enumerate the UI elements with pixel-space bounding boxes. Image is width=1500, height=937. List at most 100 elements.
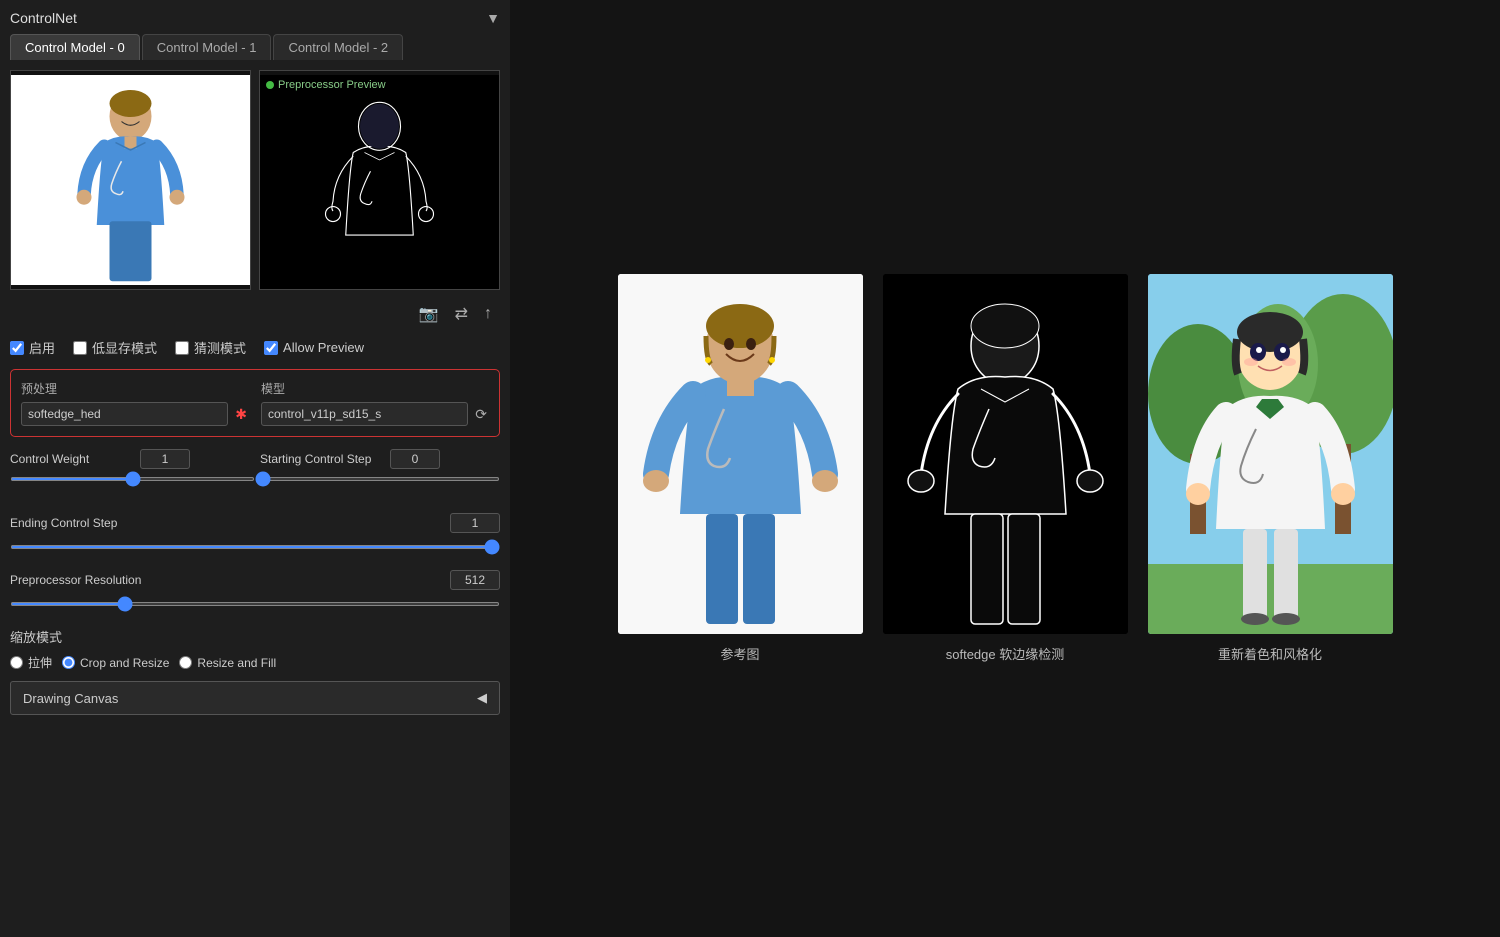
control-weight-label: Control Weight: [10, 452, 130, 466]
preprocessor-fire-btn[interactable]: ✱: [233, 404, 249, 425]
checkbox-row: 启用 低显存模式 猜测模式 Allow Preview: [10, 338, 500, 357]
scale-label-crop: Crop and Resize: [80, 656, 169, 670]
starting-step-label: Starting Control Step: [260, 452, 380, 466]
enable-checkbox[interactable]: 启用: [10, 338, 55, 357]
model-input-row: control_v11p_sd15_s ⟳: [261, 402, 489, 426]
scale-option-stretch[interactable]: 拉伸: [10, 654, 52, 671]
guess-mode-input[interactable]: [175, 341, 189, 355]
scale-options: 拉伸 Crop and Resize Resize and Fill: [10, 654, 500, 671]
low-vram-checkbox[interactable]: 低显存模式: [73, 338, 157, 357]
ending-step-slider[interactable]: [10, 545, 500, 549]
up-btn[interactable]: ↑: [480, 300, 496, 328]
result-label-photo: 参考图: [720, 644, 759, 663]
dual-slider-track: [10, 477, 500, 495]
preprocessor-preview-image: Preprocessor Preview: [260, 75, 499, 285]
allow-preview-checkbox[interactable]: Allow Preview: [264, 340, 364, 355]
action-row: 📷 ⇄ ↑: [10, 300, 500, 328]
starting-step-slider[interactable]: [255, 477, 500, 481]
control-weight-value[interactable]: 1: [140, 449, 190, 469]
nurse-svg: [11, 75, 250, 285]
dual-slider-container: [10, 477, 500, 495]
result-anime-svg: [1148, 274, 1393, 634]
ending-step-section: Ending Control Step 1: [10, 513, 500, 562]
pm-row: 预处理 softedge_hed ✱ 模型 control_v11p_sd15_…: [21, 380, 489, 426]
preprocessor-preview-label: Preprocessor Preview: [266, 79, 386, 91]
enable-checkbox-input[interactable]: [10, 341, 24, 355]
panel-collapse-icon[interactable]: ▼: [486, 10, 500, 26]
nurse-image: [11, 75, 250, 285]
edge-preview-svg: [260, 85, 499, 290]
result-nurse-svg: [618, 274, 863, 634]
tab-control-model-1[interactable]: Control Model - 1: [142, 34, 272, 60]
scale-option-crop[interactable]: Crop and Resize: [62, 656, 169, 670]
preprocessor-res-slider[interactable]: [10, 602, 500, 606]
panel-header: ControlNet ▼: [10, 10, 500, 26]
allow-preview-label: Allow Preview: [283, 340, 364, 355]
drawing-canvas-button[interactable]: Drawing Canvas ◀: [10, 681, 500, 715]
scale-radio-stretch[interactable]: [10, 656, 23, 669]
right-panel: 参考图: [510, 0, 1500, 937]
control-weight-slider[interactable]: [10, 477, 255, 481]
drawing-canvas-icon: ◀: [477, 690, 487, 706]
result-image-photo: [618, 274, 863, 634]
camera-btn[interactable]: 📷: [415, 300, 443, 328]
enable-label: 启用: [29, 338, 55, 357]
tabs-container: Control Model - 0 Control Model - 1 Cont…: [10, 34, 500, 60]
dual-slider-row: Control Weight 1 Starting Control Step 0: [10, 449, 500, 473]
result-image-edge: [883, 274, 1128, 634]
preprocessor-model-box: 预处理 softedge_hed ✱ 模型 control_v11p_sd15_…: [10, 369, 500, 437]
guess-mode-label: 猜测模式: [194, 338, 246, 357]
starting-step-row: Starting Control Step 0: [260, 449, 500, 469]
panel-title: ControlNet: [10, 10, 77, 26]
preprocessor-res-slider-container: [10, 594, 500, 609]
scale-label-fill: Resize and Fill: [197, 656, 276, 670]
preprocessor-res-value[interactable]: 512: [450, 570, 500, 590]
preprocessor-label: 预处理: [21, 380, 249, 397]
scale-label-stretch: 拉伸: [28, 654, 52, 671]
preprocessor-input-row: softedge_hed ✱: [21, 402, 249, 426]
result-label-edge: softedge 软边缘检测: [946, 644, 1065, 663]
allow-preview-input[interactable]: [264, 341, 278, 355]
guess-mode-checkbox[interactable]: 猜测模式: [175, 338, 246, 357]
preprocessor-res-row: Preprocessor Resolution 512: [10, 570, 500, 590]
model-select[interactable]: control_v11p_sd15_s: [261, 402, 468, 426]
ending-step-row: Ending Control Step 1: [10, 513, 500, 533]
scale-option-fill[interactable]: Resize and Fill: [179, 656, 276, 670]
result-image-anime: [1148, 274, 1393, 634]
result-label-anime: 重新着色和风格化: [1218, 644, 1322, 663]
low-vram-input[interactable]: [73, 341, 87, 355]
result-item-photo: 参考图: [618, 274, 863, 663]
result-edge-svg: [883, 274, 1128, 634]
control-weight-row: Control Weight 1: [10, 449, 250, 469]
tab-control-model-2[interactable]: Control Model - 2: [273, 34, 403, 60]
preprocessor-col: 预处理 softedge_hed ✱: [21, 380, 249, 426]
original-image-box: ⊞ 图像 ↺ ✕ ✎: [10, 70, 251, 290]
status-dot: [266, 81, 274, 89]
model-refresh-btn[interactable]: ⟳: [473, 404, 489, 425]
low-vram-label: 低显存模式: [92, 338, 157, 357]
result-item-anime: 重新着色和风格化: [1148, 274, 1393, 663]
model-col: 模型 control_v11p_sd15_s ⟳: [261, 380, 489, 426]
preprocessor-select[interactable]: softedge_hed: [21, 402, 228, 426]
scale-radio-crop[interactable]: [62, 656, 75, 669]
tab-control-model-0[interactable]: Control Model - 0: [10, 34, 140, 60]
preprocessor-image-box: ↓ Preprocessor Preview: [259, 70, 500, 290]
scale-mode-section: 缩放模式 拉伸 Crop and Resize Resize and Fill: [10, 627, 500, 671]
preprocessor-res-section: Preprocessor Resolution 512: [10, 570, 500, 619]
model-label: 模型: [261, 380, 489, 397]
preprocessor-res-label: Preprocessor Resolution: [10, 573, 141, 587]
starting-step-value[interactable]: 0: [390, 449, 440, 469]
ending-step-label: Ending Control Step: [10, 516, 130, 530]
left-panel: ControlNet ▼ Control Model - 0 Control M…: [0, 0, 510, 937]
scale-mode-label: 缩放模式: [10, 627, 500, 646]
image-row: ⊞ 图像 ↺ ✕ ✎: [10, 70, 500, 290]
drawing-canvas-label: Drawing Canvas: [23, 691, 118, 706]
control-weight-group: Control Weight 1: [10, 449, 250, 473]
scale-radio-fill[interactable]: [179, 656, 192, 669]
ending-step-value[interactable]: 1: [450, 513, 500, 533]
ending-step-slider-container: [10, 537, 500, 552]
results-grid: 参考图: [618, 274, 1393, 663]
swap-btn[interactable]: ⇄: [451, 300, 472, 328]
starting-step-group: Starting Control Step 0: [260, 449, 500, 473]
control-sliders-section: Control Weight 1 Starting Control Step 0: [10, 449, 500, 505]
